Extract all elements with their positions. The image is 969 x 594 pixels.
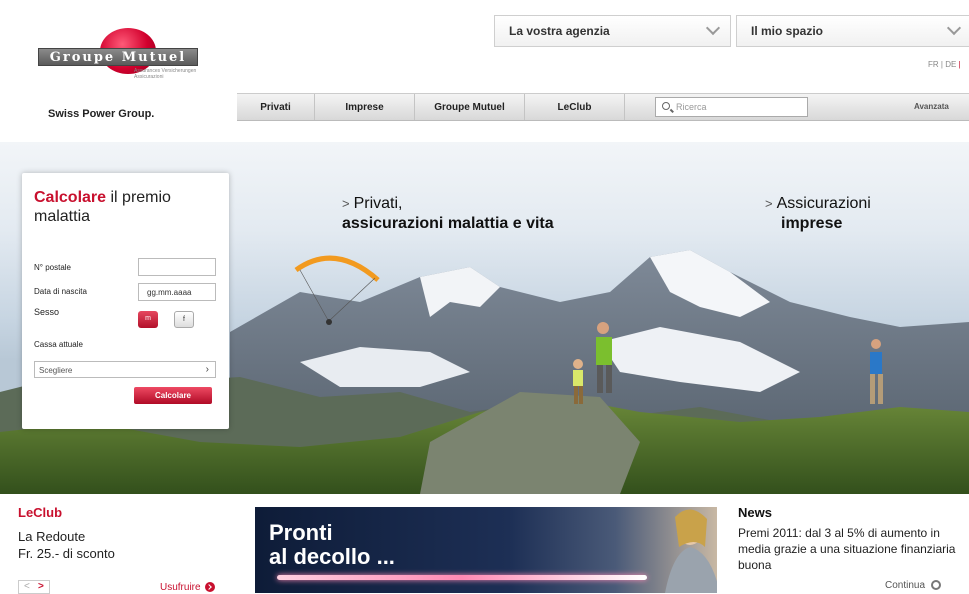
- nav-item-groupe-mutuel[interactable]: Groupe Mutuel: [415, 94, 525, 120]
- promo-banner[interactable]: Pronti al decollo ...: [255, 507, 717, 593]
- hero-business-line2: imprese: [781, 215, 843, 232]
- hero-business-line1: Assicurazioni: [776, 195, 871, 212]
- hero-private-link[interactable]: > Privati, assicurazioni malattia e vita: [342, 194, 554, 234]
- main-navigation: Privati Imprese Groupe Mutuel LeClub: [237, 93, 969, 121]
- language-switcher: FR | DE |: [928, 60, 961, 69]
- nav-item-leclub[interactable]: LeClub: [525, 94, 625, 120]
- banner-headline: Pronti al decollo ...: [269, 520, 395, 569]
- hero-private-line2: assicurazioni malattia e vita: [342, 215, 554, 232]
- chevron-down-icon: [946, 20, 962, 36]
- figure-illustration: [665, 509, 717, 593]
- agency-dropdown[interactable]: La vostra agenzia: [494, 15, 731, 47]
- search-icon: [662, 102, 670, 110]
- news-item-text[interactable]: Premi 2011: dal 3 al 5% di aumento in me…: [738, 525, 963, 573]
- nav-item-privati[interactable]: Privati: [237, 94, 315, 120]
- sex-label: Sesso: [34, 307, 60, 317]
- hero-business-link[interactable]: > Assicurazioni imprese: [765, 194, 871, 234]
- sex-female-button[interactable]: f: [174, 311, 194, 328]
- leclub-promo: La Redoute Fr. 25.- di sconto: [18, 528, 115, 562]
- calculator-title: Calcolare il premio malattia: [34, 189, 171, 225]
- chevron-down-icon: [705, 20, 721, 36]
- prev-arrow-icon[interactable]: <: [24, 581, 30, 592]
- myspace-dropdown-label: Il mio spazio: [751, 24, 824, 38]
- continua-link[interactable]: Continua: [885, 580, 942, 591]
- current-insurer-select[interactable]: Scegliere ›: [34, 361, 216, 378]
- groupe-mutuel-logo[interactable]: Groupe Mutuel Assurances Versicherungen …: [38, 26, 198, 96]
- myspace-dropdown[interactable]: Il mio spazio: [736, 15, 969, 47]
- premium-calculator: Calcolare il premio malattia N° postale …: [22, 173, 229, 429]
- tagline: Swiss Power Group.: [48, 108, 155, 120]
- search-placeholder: Ricerca: [676, 102, 707, 112]
- lang-fr[interactable]: FR: [928, 60, 939, 69]
- logo-subtext: Assurances Versicherungen Assicurazioni: [134, 68, 197, 80]
- postal-code-input[interactable]: [138, 258, 216, 276]
- usufruire-link[interactable]: Usufruire: [160, 582, 215, 593]
- hero-private-line1: Privati,: [353, 195, 403, 212]
- birthdate-label: Data di nascita: [34, 287, 87, 296]
- advanced-search-link[interactable]: Avanzata: [914, 102, 949, 111]
- current-insurer-label: Cassa attuale: [34, 340, 83, 349]
- chevron-right-icon: ›: [205, 364, 209, 375]
- arrow-right-icon: >: [342, 196, 350, 211]
- agency-dropdown-label: La vostra agenzia: [509, 24, 610, 38]
- promo-pager: < >: [18, 580, 50, 594]
- lang-de[interactable]: DE: [945, 60, 956, 69]
- arrow-circle-icon: [931, 580, 942, 591]
- postal-code-label: N° postale: [34, 263, 71, 272]
- sex-male-button[interactable]: m: [138, 311, 158, 328]
- logo-text: Groupe Mutuel: [49, 49, 187, 65]
- news-title: News: [738, 505, 772, 520]
- light-beam-graphic: [277, 575, 647, 580]
- calculate-button[interactable]: Calcolare: [134, 387, 212, 404]
- arrow-right-icon: >: [765, 196, 773, 211]
- search-input[interactable]: Ricerca: [655, 97, 808, 117]
- next-arrow-icon[interactable]: >: [38, 581, 44, 592]
- leclub-title: LeClub: [18, 505, 63, 520]
- promo-line2: Fr. 25.- di sconto: [18, 546, 115, 561]
- birthdate-input[interactable]: gg.mm.aaaa: [138, 283, 216, 301]
- arrow-circle-icon: [204, 582, 215, 593]
- logo-band: Groupe Mutuel: [38, 48, 198, 66]
- nav-item-imprese[interactable]: Imprese: [315, 94, 415, 120]
- promo-line1: La Redoute: [18, 529, 86, 544]
